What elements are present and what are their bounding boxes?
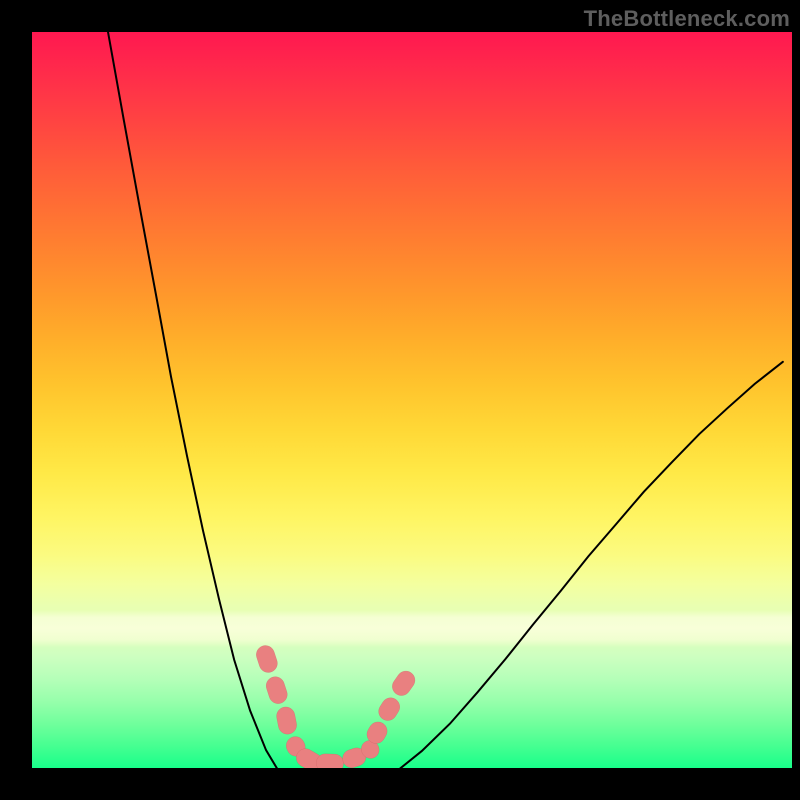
- valley-segment: [264, 674, 290, 706]
- right-curve: [366, 362, 782, 768]
- valley-segments: [254, 643, 419, 768]
- chart-frame: TheBottleneck.com: [0, 0, 800, 800]
- watermark-text: TheBottleneck.com: [584, 6, 790, 32]
- valley-segment: [254, 643, 280, 675]
- valley-segment: [375, 694, 403, 724]
- plot-area: [32, 32, 792, 768]
- valley-segment: [275, 705, 298, 735]
- valley-segment: [316, 754, 344, 768]
- valley-segment: [389, 668, 419, 700]
- curves-svg: [32, 32, 792, 768]
